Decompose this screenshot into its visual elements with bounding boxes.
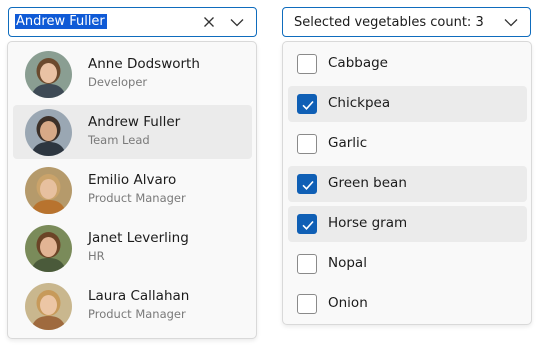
people-input-value: Andrew Fuller — [15, 14, 107, 29]
checkbox[interactable] — [297, 134, 317, 154]
close-icon — [204, 17, 214, 27]
vegetable-label: Garlic — [328, 135, 368, 151]
vegetable-label: Cabbage — [328, 55, 388, 71]
person-role: Developer — [88, 75, 148, 89]
checkmark-icon — [302, 100, 314, 110]
list-item[interactable]: Janet Leverling HR — [13, 221, 252, 275]
chevron-down-icon — [230, 18, 244, 26]
list-item[interactable]: Laura Callahan Product Manager — [13, 279, 252, 333]
people-search-input[interactable]: Andrew Fuller — [15, 13, 107, 30]
person-photo — [25, 225, 72, 272]
avatar — [25, 225, 72, 272]
list-item[interactable]: Emilio Alvaro Product Manager — [13, 163, 252, 217]
person-photo — [25, 109, 72, 156]
vegetable-label: Horse gram — [328, 215, 408, 231]
clear-button[interactable] — [198, 11, 220, 33]
vegetable-label: Chickpea — [328, 95, 391, 111]
list-item[interactable]: Chickpea — [288, 86, 527, 122]
person-name: Janet Leverling — [88, 230, 189, 246]
count-value: 3 — [475, 15, 484, 30]
checkmark-icon — [302, 180, 314, 190]
list-item[interactable]: Nopal — [288, 246, 527, 282]
person-role: Team Lead — [88, 133, 150, 147]
person-photo — [25, 51, 72, 98]
list-item[interactable]: Cabbage — [288, 46, 527, 82]
vegetable-label: Nopal — [328, 255, 367, 271]
list-item[interactable]: Anne Dodsworth Developer — [13, 47, 252, 101]
checkbox[interactable] — [297, 174, 317, 194]
avatar — [25, 167, 72, 214]
checkbox[interactable] — [297, 294, 317, 314]
person-name: Laura Callahan — [88, 288, 190, 304]
checkbox[interactable] — [297, 254, 317, 274]
checkbox[interactable] — [297, 94, 317, 114]
count-label-prefix: Selected vegetables count: — [294, 15, 472, 30]
checkbox[interactable] — [297, 54, 317, 74]
list-item[interactable]: Green bean — [288, 166, 527, 202]
checkbox[interactable] — [297, 214, 317, 234]
person-name: Emilio Alvaro — [88, 172, 177, 188]
list-item[interactable]: Garlic — [288, 126, 527, 162]
selected-count-label: Selected vegetables count: 3 — [294, 14, 484, 31]
people-combobox[interactable]: Andrew Fuller — [8, 7, 257, 37]
checkmark-icon — [302, 220, 314, 230]
avatar — [25, 109, 72, 156]
vegetable-label: Onion — [328, 295, 368, 311]
list-item[interactable]: Andrew Fuller Team Lead — [13, 105, 252, 159]
person-photo — [25, 167, 72, 214]
vegetables-dropdown-list: Cabbage Chickpea Garlic Green bean Horse… — [282, 41, 532, 325]
avatar — [25, 51, 72, 98]
vegetable-label: Green bean — [328, 175, 407, 191]
avatar — [25, 283, 72, 330]
vegetables-dropdown-button[interactable] — [500, 11, 522, 33]
person-name: Anne Dodsworth — [88, 56, 200, 72]
list-item[interactable]: Horse gram — [288, 206, 527, 242]
person-role: Product Manager — [88, 191, 186, 205]
people-dropdown-list: Anne Dodsworth Developer Andrew Fuller T… — [7, 41, 257, 339]
person-role: Product Manager — [88, 307, 186, 321]
list-item[interactable]: Onion — [288, 286, 527, 322]
person-role: HR — [88, 249, 105, 263]
person-name: Andrew Fuller — [88, 114, 181, 130]
chevron-down-icon — [504, 18, 518, 26]
people-dropdown-button[interactable] — [226, 11, 248, 33]
person-photo — [25, 283, 72, 330]
vegetables-combobox[interactable]: Selected vegetables count: 3 — [282, 7, 531, 37]
